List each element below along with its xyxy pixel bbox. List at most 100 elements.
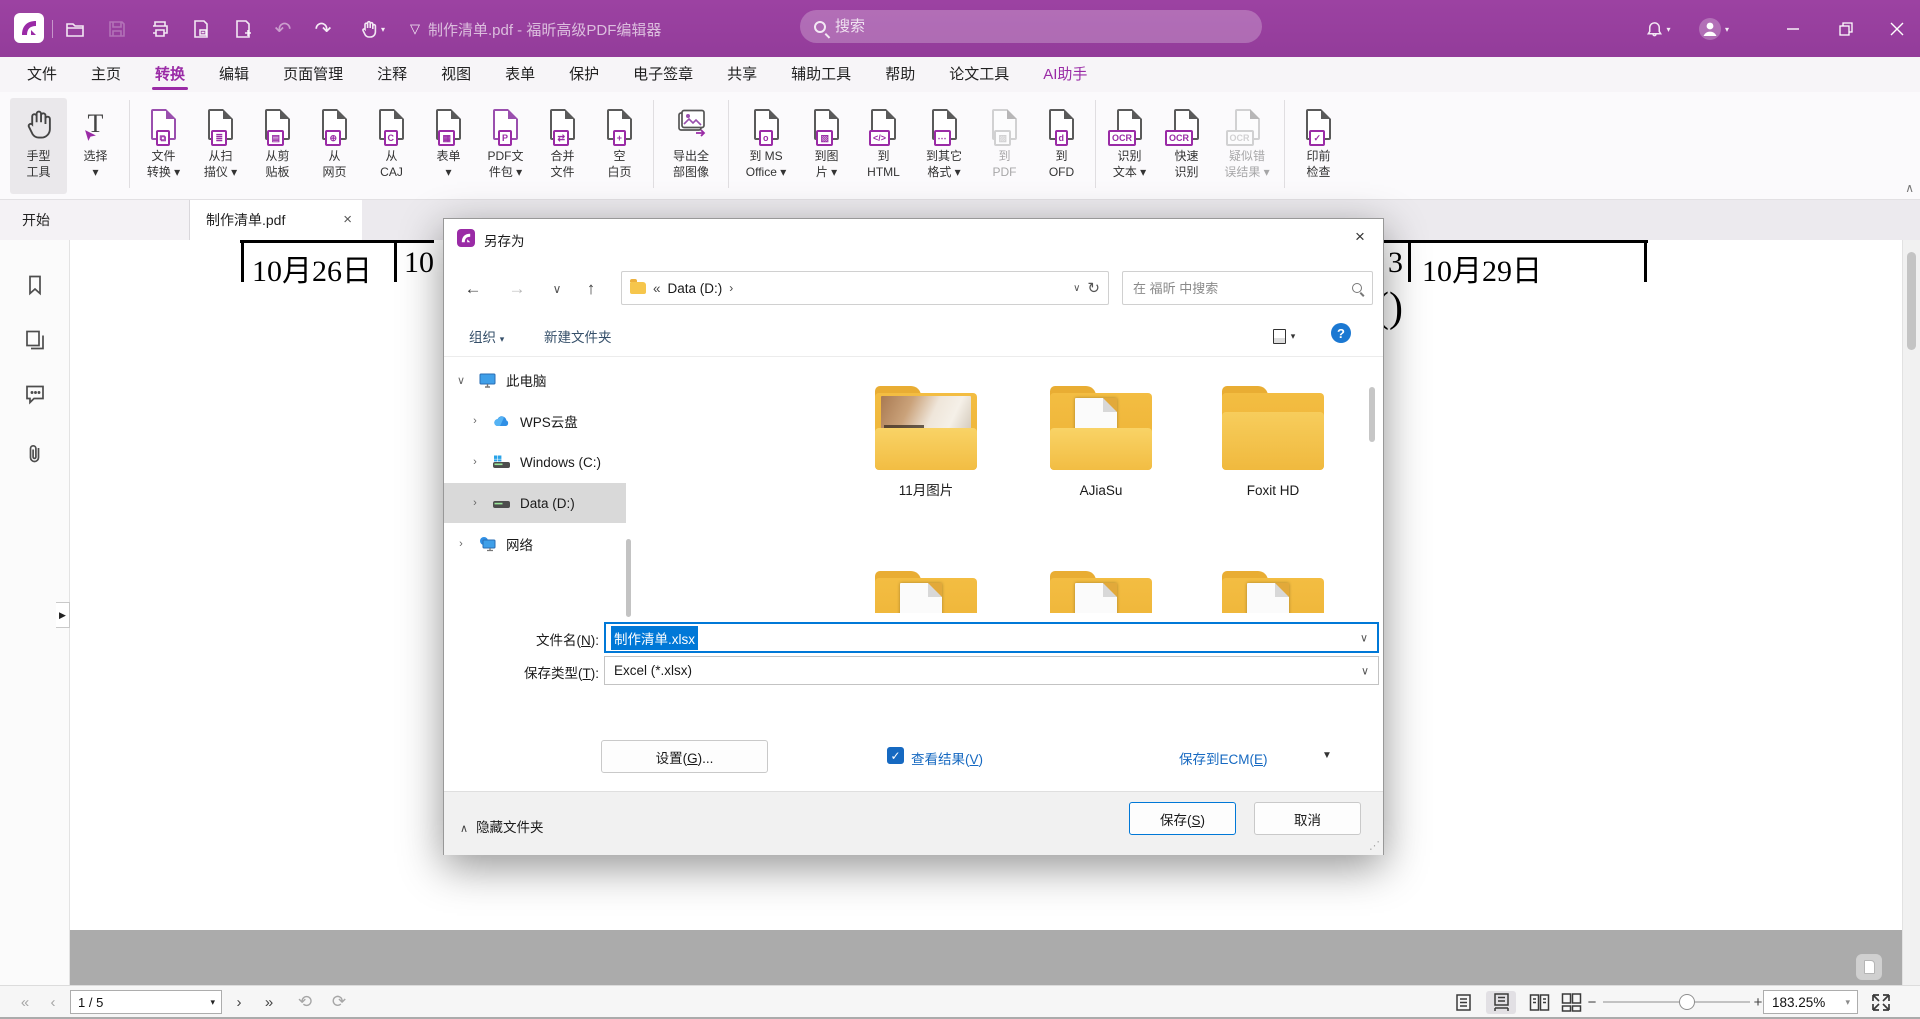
scan-document-icon[interactable] [186,14,216,44]
menu-ai-assistant[interactable]: AI助手 [1026,57,1104,92]
page-number-box[interactable]: ▾ [70,990,222,1014]
ribbon-from-web[interactable]: ⊕ 从网页 [306,98,363,194]
ribbon-to-html[interactable]: →</> 到HTML [855,98,912,194]
collapse-toolbar-icon[interactable]: ▽ [400,14,430,44]
menu-protect[interactable]: 保护 [552,57,616,92]
filename-value-selected[interactable]: 制作清单.xlsx [611,626,698,650]
new-folder-button[interactable]: 新建文件夹 [544,326,612,346]
comments-panel-icon[interactable] [23,382,47,406]
chevron-down-icon[interactable]: ∨ [1361,664,1369,677]
bookmarks-panel-icon[interactable] [23,273,47,297]
refresh-icon[interactable]: ↻ [1087,279,1100,297]
save-to-ecm-link[interactable]: 保存到ECM(E) [1179,748,1268,768]
document-vertical-scrollbar[interactable] [1902,240,1920,985]
tree-label[interactable]: 网络 [506,534,533,554]
tree-item-wps-cloud[interactable]: › WPS云盘 [444,401,626,441]
menu-view[interactable]: 视图 [424,57,488,92]
sidebar-expand-handle[interactable]: ▶ [56,602,70,628]
view-result-label[interactable]: 查看结果(V) [911,748,983,768]
view-result-checkbox[interactable]: ✓ [887,747,904,764]
menu-help[interactable]: 帮助 [868,57,932,92]
address-bar[interactable]: « Data (D:) › ∨ ↻ [621,271,1109,305]
global-search-box[interactable] [800,10,1262,43]
ribbon-export-all-images[interactable]: 导出全部图像 [659,98,723,194]
zoom-dropdown-arrow[interactable]: ▾ [1845,997,1850,1008]
menu-file[interactable]: 文件 [10,57,74,92]
filename-input[interactable]: 制作清单.xlsx ∨ [604,622,1379,653]
attachments-panel-icon[interactable] [23,442,47,466]
menu-accessibility[interactable]: 辅助工具 [774,57,868,92]
single-page-view-button[interactable] [1448,991,1478,1014]
ribbon-from-scanner[interactable]: ≣ 从扫描仪 ▾ [192,98,249,194]
tree-chevron[interactable]: › [468,456,482,468]
ribbon-hand-tool[interactable]: 手型工具 [10,98,67,194]
next-page-button[interactable]: › [228,986,250,1018]
dialog-close-button[interactable]: × [1337,219,1383,255]
ribbon-to-image[interactable]: →▧ 到图片 ▾ [798,98,855,194]
folder-item-partial[interactable] [1031,571,1171,613]
print-icon[interactable] [145,14,175,44]
ribbon-merge-files[interactable]: ⇄ 合并文件 [534,98,591,194]
folder-item-photos[interactable]: 11月图片 [856,386,996,500]
resize-grip[interactable]: ⋰ [1369,839,1379,852]
menu-share[interactable]: 共享 [710,57,774,92]
folder-item-partial[interactable] [1203,571,1343,613]
nav-recent-dropdown[interactable]: ∨ [542,275,572,303]
zoom-out-button[interactable]: − [1583,986,1601,1018]
folder-item-foxit-hd[interactable]: Foxit HD [1203,386,1343,500]
page-number-input[interactable] [71,995,189,1010]
ribbon-preflight-check[interactable]: ✓ 印前检查 [1290,98,1347,194]
zoom-slider-track[interactable] [1603,1001,1750,1003]
hand-tool-icon[interactable]: ▾ [350,14,394,44]
last-page-button[interactable]: » [256,986,282,1018]
folder-item-ajiasu[interactable]: AJiaSu [1031,386,1171,500]
ribbon-form[interactable]: ▦ 表单▾ [420,98,477,194]
continuous-view-button[interactable] [1486,991,1516,1014]
tree-item-this-pc[interactable]: ∨ 此电脑 [444,360,626,400]
nav-forward-button[interactable]: → [502,275,532,303]
pages-panel-icon[interactable] [23,328,47,352]
search-input[interactable] [835,18,1248,35]
first-page-button[interactable]: « [12,986,38,1018]
ribbon-collapse-chevron[interactable]: ∧ [1905,181,1914,195]
save-button[interactable]: 保存(S) [1129,802,1236,835]
facing-view-button[interactable] [1524,991,1554,1014]
breadcrumb-current-folder[interactable]: Data (D:) [668,281,723,296]
tree-item-windows-c[interactable]: › Windows (C:) [444,442,626,482]
dialog-titlebar[interactable]: 另存为 × [444,219,1383,257]
filetype-select[interactable]: Excel (*.xlsx) ∨ [604,656,1379,685]
ecm-dropdown-arrow[interactable]: ▼ [1322,750,1332,761]
folder-list-scrollbar-thumb[interactable] [1369,387,1375,442]
tree-chevron[interactable]: ∨ [454,374,468,387]
page-dropdown-arrow[interactable]: ▾ [210,997,215,1008]
previous-page-button[interactable]: ‹ [42,986,64,1018]
new-document-icon[interactable] [228,14,258,44]
menu-home[interactable]: 主页 [74,57,138,92]
ribbon-to-ofd[interactable]: →d 到OFD [1033,98,1090,194]
tree-label[interactable]: Data (D:) [520,496,575,511]
zoom-level-box[interactable]: 183.25% ▾ [1763,990,1858,1014]
breadcrumb-ellipsis[interactable]: « [653,281,661,296]
rotate-right-button[interactable]: ⟳ [326,986,352,1018]
tree-label[interactable]: 此电脑 [506,370,547,390]
chevron-down-icon[interactable]: ∨ [1360,631,1368,644]
ribbon-pdf-portfolio[interactable]: P PDF文件包 ▾ [477,98,534,194]
tree-chevron[interactable]: › [468,415,482,427]
ribbon-select-tool[interactable]: T 选择▾ [67,98,124,194]
dialog-search-input[interactable] [1133,281,1352,296]
ribbon-blank-page[interactable]: + 空白页 [591,98,648,194]
foxit-assistant-floater[interactable] [1856,954,1882,980]
ribbon-quick-recognize[interactable]: OCR 快速识别 [1158,98,1215,194]
ribbon-recognize-text[interactable]: OCR 识别文本 ▾ [1101,98,1158,194]
zoom-slider-thumb[interactable] [1679,994,1695,1010]
fullscreen-button[interactable] [1869,991,1893,1014]
menu-edit[interactable]: 编辑 [202,57,266,92]
save-icon[interactable] [102,14,132,44]
view-options-button[interactable]: ▾ [1263,324,1305,348]
organize-menu[interactable]: 组织 ▾ [469,326,504,346]
hide-folders-toggle[interactable]: ∧隐藏文件夹 [460,816,544,836]
maximize-button[interactable] [1822,0,1869,57]
help-button[interactable]: ? [1331,323,1351,343]
close-button[interactable] [1873,0,1920,57]
scrollbar-thumb[interactable] [1907,252,1916,350]
